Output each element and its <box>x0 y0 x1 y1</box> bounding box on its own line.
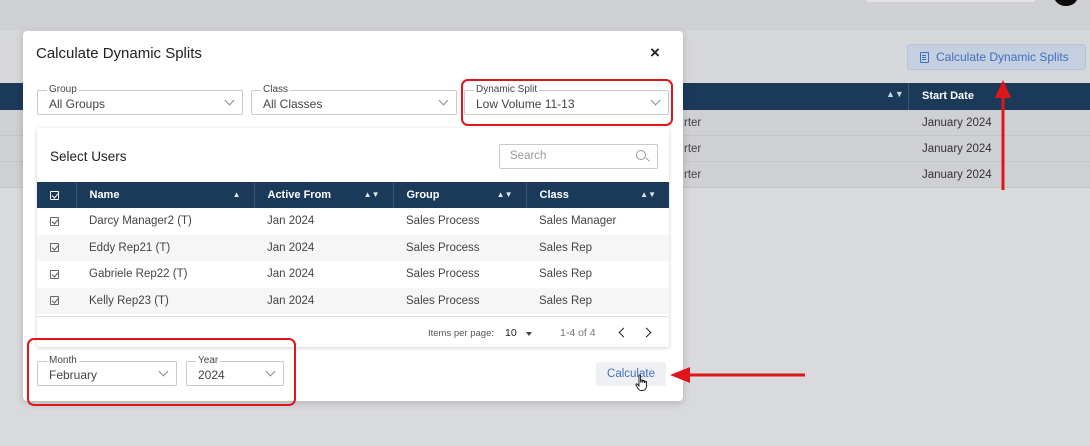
user-active-from: Jan 2024 <box>267 268 315 281</box>
background-cell: rter <box>684 169 702 181</box>
chevron-down-icon <box>265 366 276 377</box>
row-checkbox[interactable] <box>50 269 59 279</box>
hand-cursor-icon <box>635 374 647 391</box>
month-label: Month <box>47 355 79 366</box>
sort-icon[interactable]: ▲▼ <box>364 190 380 199</box>
pagination: Items per page: 10 1-4 of 4 <box>37 316 669 347</box>
select-all-checkbox-cell[interactable] <box>37 182 77 208</box>
calculate-dynamic-splits-label: Calculate Dynamic Splits <box>936 50 1069 64</box>
sort-icon[interactable]: ▲▼ <box>640 190 656 199</box>
user-class: Sales Rep <box>526 287 669 314</box>
row-checkbox[interactable] <box>50 296 59 306</box>
table-row[interactable]: Eddy Rep21 (T) Jan 2024 Sales Process Sa… <box>37 234 669 261</box>
year-value: 2024 <box>198 368 225 382</box>
table-row[interactable]: Gabriele Rep22 (T) Jan 2024 Sales Proces… <box>37 261 669 288</box>
user-class: Sales Manager <box>539 215 617 228</box>
group-header-label: Group <box>406 189 440 201</box>
sort-ascending-icon[interactable]: ▲ <box>233 190 241 199</box>
calculate-button[interactable]: Calculate <box>596 362 666 386</box>
row-checkbox-cell[interactable] <box>37 287 76 314</box>
user-group: Sales Process <box>406 268 480 281</box>
caret-down-icon[interactable] <box>526 332 532 336</box>
user-name: Gabriele Rep22 (T) <box>89 268 188 281</box>
row-checkbox-cell[interactable] <box>37 234 76 261</box>
active-from-column-header[interactable]: Active From ▲▼ <box>254 182 394 208</box>
class-value: All Classes <box>263 97 323 111</box>
group-column-header[interactable]: Group ▲▼ <box>393 182 527 208</box>
select-users-title: Select Users <box>50 149 127 164</box>
chevron-left-icon[interactable] <box>618 327 629 338</box>
dynamic-split-label: Dynamic Split <box>474 84 540 95</box>
select-users-panel: Select Users Name ▲ Active From ▲▼ Group ▲▼… <box>37 128 669 347</box>
calculate-dynamic-splits-button[interactable]: Calculate Dynamic Splits <box>907 44 1086 70</box>
items-per-page-label: Items per page: <box>428 328 495 339</box>
user-active-from: Jan 2024 <box>254 287 393 314</box>
row-checkbox-cell[interactable] <box>37 261 76 288</box>
row-checkbox[interactable] <box>50 216 59 226</box>
chevron-right-icon[interactable] <box>641 327 652 338</box>
active-from-header-label: Active From <box>267 189 332 201</box>
user-class: Sales Rep <box>539 268 593 281</box>
class-column-header[interactable]: Class ▲▼ <box>526 182 669 208</box>
calculate-dynamic-splits-dialog: Calculate Dynamic Splits × Group All Gro… <box>23 31 683 401</box>
background-topbar-field <box>866 0 1036 2</box>
search-input[interactable] <box>510 150 630 162</box>
background-topbar <box>0 0 1090 30</box>
dialog-title: Calculate Dynamic Splits <box>36 45 202 62</box>
sort-icon[interactable]: ▲▼ <box>497 190 513 199</box>
sort-icon[interactable]: ▲▼ <box>886 89 904 99</box>
row-checkbox-cell[interactable] <box>37 208 76 235</box>
users-table: Name ▲ Active From ▲▼ Group ▲▼ Class ▲▼ Darc… <box>37 182 669 314</box>
user-group: Sales Process <box>406 215 480 228</box>
users-table-header: Name ▲ Active From ▲▼ Group ▲▼ Class ▲▼ <box>37 182 669 208</box>
group-value: All Groups <box>49 97 106 111</box>
name-column-header[interactable]: Name ▲ <box>76 182 255 208</box>
page-range: 1-4 of 4 <box>560 327 596 339</box>
user-active-from: Jan 2024 <box>267 215 315 228</box>
row-checkbox[interactable] <box>50 243 59 253</box>
dynamic-split-value: Low Volume 11-13 <box>476 97 575 111</box>
start-date-header[interactable]: Start Date <box>922 90 974 102</box>
chevron-down-icon <box>158 366 169 377</box>
user-name: Kelly Rep23 (T) <box>76 287 254 314</box>
user-class: Sales Rep <box>526 234 669 261</box>
group-select[interactable]: Group All Groups <box>37 84 243 115</box>
background-start-date: January 2024 <box>922 117 992 129</box>
select-all-checkbox[interactable] <box>50 190 59 200</box>
table-row[interactable]: Kelly Rep23 (T) Jan 2024 Sales Process S… <box>37 287 669 314</box>
chevron-down-icon <box>224 95 235 106</box>
items-per-page-select[interactable]: 10 <box>505 327 517 339</box>
search-box[interactable] <box>499 144 658 169</box>
user-active-from: Jan 2024 <box>254 234 393 261</box>
background-cell: rter <box>684 117 702 129</box>
table-row[interactable]: Darcy Manager2 (T) Jan 2024 Sales Proces… <box>37 208 669 235</box>
chevron-down-icon <box>438 95 449 106</box>
dynamic-split-select[interactable]: Dynamic Split Low Volume 11-13 <box>464 84 669 115</box>
calculator-icon <box>920 51 929 63</box>
user-group: Sales Process <box>393 287 526 314</box>
user-name: Eddy Rep21 (T) <box>76 234 254 261</box>
class-header-label: Class <box>539 189 569 201</box>
background-header-divider <box>908 83 909 110</box>
background-cell: rter <box>684 143 702 155</box>
month-select[interactable]: Month February <box>37 355 177 386</box>
group-label: Group <box>47 84 79 95</box>
class-label: Class <box>261 84 291 95</box>
user-group: Sales Process <box>393 234 526 261</box>
background-start-date: January 2024 <box>922 169 992 181</box>
user-name: Darcy Manager2 (T) <box>89 215 192 228</box>
year-label: Year <box>196 355 221 366</box>
background-start-date: January 2024 <box>922 143 992 155</box>
close-icon[interactable]: × <box>650 43 660 63</box>
class-select[interactable]: Class All Classes <box>251 84 457 115</box>
name-header-label: Name <box>89 189 120 201</box>
search-icon[interactable] <box>636 150 646 160</box>
month-value: February <box>49 368 98 382</box>
chevron-down-icon <box>650 95 661 106</box>
year-select[interactable]: Year 2024 <box>186 355 284 386</box>
